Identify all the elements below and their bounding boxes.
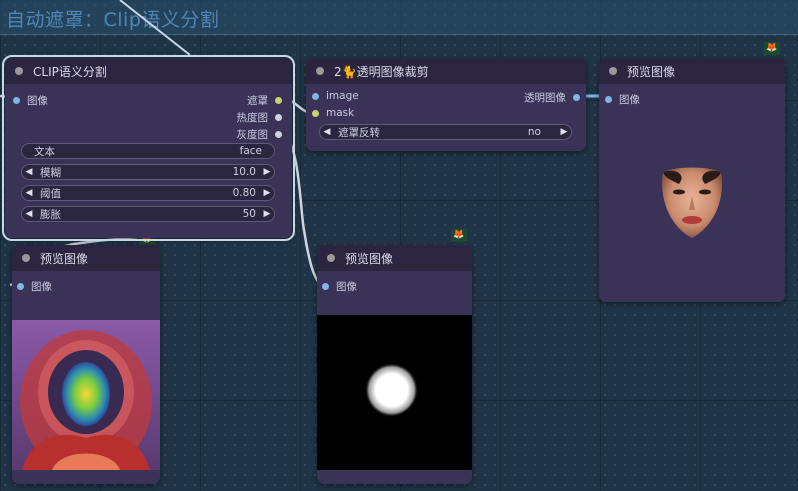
node-title: CLIP语义分割 bbox=[33, 64, 107, 79]
transparent-crop-node[interactable]: 2🐈透明图像裁剪 image mask 透明图像 ◀ 遮罩反转 no ▶ bbox=[306, 58, 586, 151]
mask-invert-toggle[interactable]: ◀ 遮罩反转 no ▶ bbox=[319, 124, 572, 140]
input-image-port[interactable]: image bbox=[312, 90, 359, 102]
blur-stepper[interactable]: ◀ 模糊 10.0 ▶ bbox=[21, 164, 275, 180]
port-dot[interactable] bbox=[275, 97, 282, 104]
output-heatmap-port[interactable]: 热度图 bbox=[237, 110, 282, 125]
port-dot[interactable] bbox=[573, 94, 580, 101]
node-status-dot bbox=[15, 67, 23, 75]
preview-image-mask bbox=[317, 315, 472, 470]
input-mask-port[interactable]: mask bbox=[312, 107, 354, 119]
node-title: 2🐈透明图像裁剪 bbox=[334, 64, 429, 79]
clip-segmentation-node[interactable]: CLIP语义分割 图像 遮罩 热度图 灰度图 文本 face ◀ 模糊 10.0… bbox=[2, 55, 295, 241]
node-status-dot bbox=[22, 254, 30, 262]
output-transparent-port[interactable]: 透明图像 bbox=[524, 90, 580, 105]
decrement-arrow-icon[interactable]: ◀ bbox=[22, 167, 36, 177]
port-dot[interactable] bbox=[312, 109, 319, 117]
text-field[interactable]: 文本 face bbox=[21, 143, 275, 159]
increment-arrow-icon[interactable]: ▶ bbox=[260, 188, 274, 198]
preview-image-heatmap bbox=[12, 320, 160, 470]
node-status-dot bbox=[609, 67, 617, 75]
node-title: 预览图像 bbox=[627, 64, 676, 79]
output-gray-port[interactable]: 灰度图 bbox=[237, 127, 282, 142]
preview-node-right[interactable]: 预览图像 图像 bbox=[599, 58, 785, 302]
node-status-dot bbox=[316, 67, 324, 75]
node-title: 预览图像 bbox=[40, 251, 89, 266]
dilate-stepper[interactable]: ◀ 膨胀 50 ▶ bbox=[21, 206, 275, 222]
port-dot[interactable] bbox=[275, 131, 282, 138]
input-image-port[interactable]: 图像 bbox=[17, 279, 52, 294]
decrement-arrow-icon[interactable]: ◀ bbox=[22, 209, 36, 219]
node-status-dot bbox=[327, 254, 335, 262]
preview-node-left[interactable]: 预览图像 图像 bbox=[12, 245, 160, 484]
port-dot[interactable] bbox=[322, 283, 329, 290]
port-dot[interactable] bbox=[17, 283, 24, 290]
node-title: 预览图像 bbox=[345, 251, 394, 266]
port-dot[interactable] bbox=[605, 96, 612, 103]
input-image-port[interactable]: 图像 bbox=[322, 279, 357, 294]
input-image-port[interactable]: 图像 bbox=[605, 92, 640, 107]
fox-icon: 🦊 bbox=[451, 229, 467, 242]
increment-arrow-icon[interactable]: ▶ bbox=[260, 209, 274, 219]
decrement-arrow-icon[interactable]: ◀ bbox=[320, 127, 334, 137]
preview-image-face-crop bbox=[657, 166, 727, 241]
increment-arrow-icon[interactable]: ▶ bbox=[557, 127, 571, 137]
port-dot[interactable] bbox=[275, 114, 282, 121]
output-mask-port[interactable]: 遮罩 bbox=[247, 93, 282, 108]
increment-arrow-icon[interactable]: ▶ bbox=[260, 167, 274, 177]
preview-node-mid[interactable]: 预览图像 图像 bbox=[317, 245, 472, 484]
port-dot[interactable] bbox=[13, 97, 20, 104]
decrement-arrow-icon[interactable]: ◀ bbox=[22, 188, 36, 198]
input-image-port[interactable]: 图像 bbox=[13, 93, 48, 108]
fox-icon: 🦊 bbox=[764, 42, 780, 55]
port-dot[interactable] bbox=[312, 92, 319, 100]
threshold-stepper[interactable]: ◀ 阈值 0.80 ▶ bbox=[21, 185, 275, 201]
wire-group-deco bbox=[119, 0, 191, 56]
